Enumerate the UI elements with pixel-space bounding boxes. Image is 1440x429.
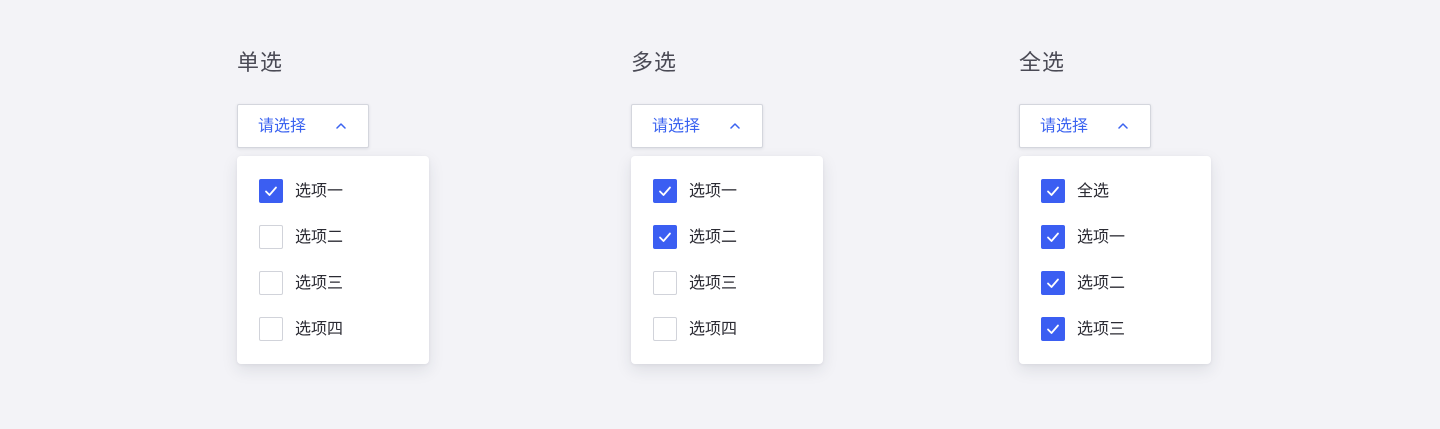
dropdown-menu: 选项一 选项二 选项三 选项四 xyxy=(631,156,823,364)
option-label: 选项三 xyxy=(295,273,344,292)
option-item[interactable]: 选项三 xyxy=(653,271,803,295)
group-title: 多选 xyxy=(631,51,678,76)
select-trigger[interactable]: 请选择 xyxy=(1019,104,1151,148)
checkbox[interactable] xyxy=(1041,225,1065,249)
chevron-up-icon xyxy=(1118,123,1128,129)
check-icon xyxy=(1047,186,1059,196)
checkbox[interactable] xyxy=(259,225,283,249)
option-label: 选项四 xyxy=(689,319,738,338)
check-icon xyxy=(659,186,671,196)
option-label: 选项二 xyxy=(295,227,344,246)
check-icon xyxy=(265,186,277,196)
option-item[interactable]: 选项一 xyxy=(653,179,803,203)
dropdown-menu: 选项一 选项二 选项三 选项四 xyxy=(237,156,429,364)
multi-select-group: 多选 请选择 选项一 选项二 选项三 选项四 xyxy=(631,0,871,429)
option-label: 选项三 xyxy=(689,273,738,292)
option-label: 全选 xyxy=(1077,181,1110,200)
checkbox[interactable] xyxy=(653,317,677,341)
checkbox[interactable] xyxy=(653,271,677,295)
checkbox[interactable] xyxy=(1041,317,1065,341)
checkbox[interactable] xyxy=(259,271,283,295)
single-select-group: 单选 请选择 选项一 选项二 选项三 选项四 xyxy=(237,0,477,429)
checkbox[interactable] xyxy=(259,179,283,203)
option-item[interactable]: 选项三 xyxy=(1041,317,1191,341)
select-trigger[interactable]: 请选择 xyxy=(631,104,763,148)
checkbox[interactable] xyxy=(259,317,283,341)
option-item[interactable]: 选项四 xyxy=(653,317,803,341)
check-icon xyxy=(1047,278,1059,288)
checkbox[interactable] xyxy=(653,179,677,203)
option-item[interactable]: 选项二 xyxy=(259,225,409,249)
option-item[interactable]: 选项四 xyxy=(259,317,409,341)
option-label: 选项三 xyxy=(1077,319,1126,338)
option-label: 选项四 xyxy=(295,319,344,338)
chevron-up-icon xyxy=(730,123,740,129)
option-label: 选项一 xyxy=(689,181,738,200)
select-trigger[interactable]: 请选择 xyxy=(237,104,369,148)
option-item[interactable]: 选项一 xyxy=(1041,225,1191,249)
dropdown-menu: 全选 选项一 选项二 选项三 xyxy=(1019,156,1211,364)
select-placeholder: 请选择 xyxy=(1040,116,1089,135)
option-label: 选项二 xyxy=(689,227,738,246)
option-label: 选项二 xyxy=(1077,273,1126,292)
check-icon xyxy=(1047,232,1059,242)
select-placeholder: 请选择 xyxy=(652,116,701,135)
option-item[interactable]: 全选 xyxy=(1041,179,1191,203)
chevron-up-icon xyxy=(336,123,346,129)
checkbox[interactable] xyxy=(1041,179,1065,203)
option-item[interactable]: 选项三 xyxy=(259,271,409,295)
group-title: 全选 xyxy=(1019,51,1066,76)
option-label: 选项一 xyxy=(295,181,344,200)
select-placeholder: 请选择 xyxy=(258,116,307,135)
group-title: 单选 xyxy=(237,51,284,76)
select-all-group: 全选 请选择 全选 选项一 选项二 选项三 xyxy=(1019,0,1259,429)
check-icon xyxy=(1047,324,1059,334)
checkbox[interactable] xyxy=(1041,271,1065,295)
option-label: 选项一 xyxy=(1077,227,1126,246)
checkbox[interactable] xyxy=(653,225,677,249)
option-item[interactable]: 选项二 xyxy=(653,225,803,249)
option-item[interactable]: 选项一 xyxy=(259,179,409,203)
check-icon xyxy=(659,232,671,242)
option-item[interactable]: 选项二 xyxy=(1041,271,1191,295)
